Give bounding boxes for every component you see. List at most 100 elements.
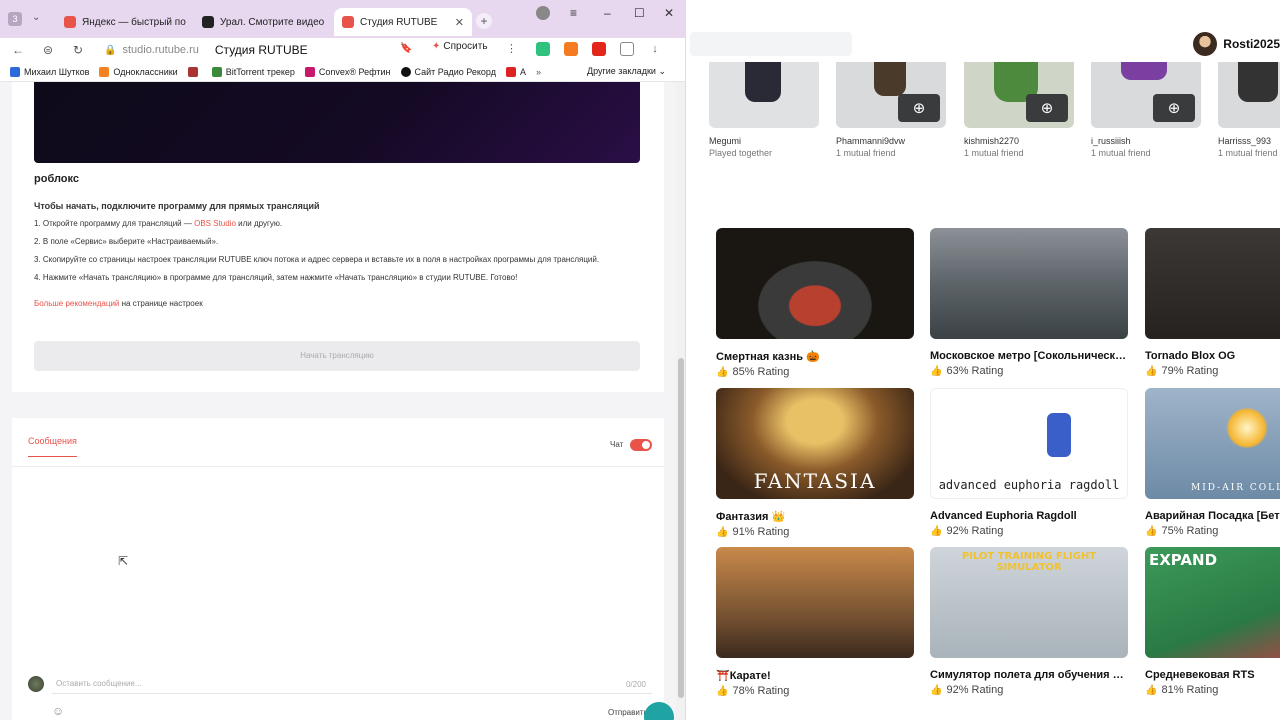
roblox-user[interactable]: Rosti2025 — [1193, 32, 1280, 56]
obs-link[interactable]: OBS Studio — [194, 219, 236, 228]
close-window-icon[interactable]: ✕ — [664, 6, 674, 20]
thumbs-up-icon: 👍 — [930, 365, 943, 377]
friend-avatar[interactable]: ⊕ — [836, 62, 946, 128]
extension-icon[interactable] — [620, 42, 634, 56]
radio-record-icon — [400, 66, 411, 77]
bookmark-item[interactable] — [187, 66, 202, 77]
game-card[interactable]: FANTASIA Фантазия 👑 👍 91% Rating — [716, 388, 914, 538]
game-thumbnail[interactable] — [1145, 228, 1280, 339]
friend-avatar[interactable] — [709, 62, 819, 128]
thumbs-up-icon: 👍 — [716, 685, 729, 697]
bookmark-favicon — [505, 66, 516, 77]
tab-messages[interactable]: Сообщения — [28, 436, 77, 457]
minimize-icon[interactable]: – — [604, 6, 611, 20]
chevron-right-icon[interactable]: » — [536, 67, 541, 77]
new-tab-icon[interactable]: + — [476, 13, 492, 29]
start-stream-button[interactable]: Начать трансляцию — [34, 341, 640, 371]
maximize-icon[interactable]: ☐ — [634, 6, 645, 20]
extension-icon[interactable] — [536, 42, 550, 56]
game-thumbnail[interactable]: PILOT TRAINING FLIGHT SIMULATOR — [930, 547, 1128, 658]
tab-ural[interactable]: Урал. Смотрите видео онлайн — [194, 8, 326, 36]
download-icon[interactable]: ↓ — [648, 42, 662, 56]
avatar — [28, 676, 44, 692]
friend-avatar[interactable]: ⊕ — [1091, 62, 1201, 128]
game-card[interactable]: advanced euphoria ragdoll Advanced Eupho… — [930, 388, 1128, 537]
sparkle-icon: ✦ — [432, 41, 441, 52]
thumbs-up-icon: 👍 — [930, 525, 943, 537]
video-preview[interactable] — [34, 82, 640, 163]
add-friend-icon[interactable]: ⊕ — [1026, 94, 1068, 122]
tab-bar: 3 ⌄ Яндекс — быстрый поиск Урал. Смотрит… — [0, 0, 685, 38]
game-card[interactable]: EXPAND Средневековая RTS 👍 81% Rating — [1145, 547, 1280, 696]
game-thumbnail[interactable] — [716, 228, 914, 339]
back-icon[interactable]: ← — [8, 43, 28, 57]
profile-icon[interactable] — [536, 6, 550, 20]
friend-card[interactable]: Harrisss_993 1 mutual friend — [1218, 62, 1280, 158]
thumbs-up-icon: 👍 — [716, 526, 729, 538]
user-avatar[interactable] — [1193, 32, 1218, 56]
add-friend-icon[interactable]: ⊕ — [1153, 94, 1195, 122]
divider — [12, 466, 664, 467]
rutube-studio-icon — [342, 16, 354, 28]
ask-button[interactable]: ✦ Спросить — [432, 41, 488, 52]
other-bookmarks[interactable]: Другие закладки ⌄ — [587, 66, 666, 77]
game-card[interactable]: ⛩️Карате! 👍 78% Rating — [716, 547, 914, 697]
bookmark-item[interactable]: Михаил Шутков — [10, 66, 89, 77]
game-thumbnail[interactable]: FANTASIA — [716, 388, 914, 499]
friend-card[interactable]: ⊕ i_russiiish 1 mutual friend — [1091, 62, 1203, 158]
extension-icon[interactable] — [564, 42, 578, 56]
friend-card[interactable]: ⊕ kishmish2270 1 mutual friend — [964, 62, 1076, 158]
yandex-home-icon[interactable]: ⊜ — [38, 43, 58, 57]
friend-avatar[interactable] — [1218, 62, 1280, 128]
bookmark-item[interactable]: Convex® Рефтин — [304, 66, 391, 77]
scrollbar[interactable] — [676, 82, 685, 720]
char-counter: 0/200 — [625, 680, 646, 689]
friend-card[interactable]: ⊕ Phammanni9dvw 1 mutual friend — [836, 62, 948, 158]
bookmark-item[interactable]: BitTorrent трекер — [211, 66, 295, 77]
username: Rosti2025 — [1223, 37, 1280, 51]
rutube-icon — [202, 16, 214, 28]
game-thumbnail[interactable] — [930, 228, 1128, 339]
game-card[interactable]: Tornado Blox OG 👍 79% Rating — [1145, 228, 1280, 377]
address-bar[interactable]: 🔒 studio.rutube.ru Студия RUTUBE — [104, 40, 414, 60]
game-card[interactable]: Московское метро [Сокольническая линия] … — [930, 228, 1128, 377]
bookmark-item[interactable]: Сайт Радио Рекорд — [400, 66, 496, 77]
game-thumbnail[interactable] — [716, 547, 914, 658]
game-thumbnail[interactable]: EXPAND — [1145, 547, 1280, 658]
menu-icon[interactable]: ≡ — [570, 6, 577, 20]
send-button[interactable] — [644, 702, 674, 720]
bookmark-item[interactable]: А — [505, 66, 526, 77]
tab-rutube-studio[interactable]: Студия RUTUBE ✕ — [334, 8, 472, 36]
more-icon[interactable]: ⋮ — [506, 42, 517, 55]
game-card[interactable]: PILOT TRAINING FLIGHT SIMULATOR Симулято… — [930, 547, 1128, 696]
scrollbar-thumb[interactable] — [678, 358, 684, 698]
bookmark-favicon — [187, 66, 198, 77]
friend-avatar[interactable]: ⊕ — [964, 62, 1074, 128]
reload-icon[interactable]: ↻ — [68, 43, 88, 57]
game-thumbnail[interactable]: advanced euphoria ragdoll — [930, 388, 1128, 499]
chevron-down-icon[interactable]: ⌄ — [32, 12, 40, 23]
tab-counter[interactable]: 3 — [8, 12, 22, 26]
tab-yandex[interactable]: Яндекс — быстрый поиск — [56, 8, 186, 36]
game-card[interactable]: MID-AIR COLLISION Аварийная Посадка [Бет… — [1145, 388, 1280, 537]
thumbs-up-icon: 👍 — [716, 366, 729, 378]
game-card[interactable]: Смертная казнь 🎃 👍 85% Rating — [716, 228, 914, 378]
stream-title: роблокс — [34, 173, 79, 185]
roblox-search-input[interactable] — [690, 32, 852, 56]
emoji-icon[interactable]: ☺ — [52, 704, 64, 718]
friend-card[interactable]: Megumi Played together — [709, 62, 821, 158]
chat-message-input[interactable]: Оставить сообщение... — [52, 674, 652, 694]
game-thumbnail[interactable]: MID-AIR COLLISION — [1145, 388, 1280, 499]
thumbs-up-icon: 👍 — [930, 684, 943, 696]
add-friend-icon[interactable]: ⊕ — [898, 94, 940, 122]
youtube-icon[interactable] — [592, 42, 606, 56]
yandex-icon — [64, 16, 76, 28]
roblox-window: Rosti2025 Megumi Played together ⊕ Phamm… — [686, 0, 1280, 720]
odnoklassniki-icon — [99, 66, 110, 77]
chat-toggle[interactable] — [630, 439, 652, 451]
more-recommendations-link[interactable]: Больше рекомендаций — [34, 299, 119, 308]
bittorrent-icon — [211, 66, 222, 77]
bookmark-item[interactable]: Одноклассники — [99, 66, 178, 77]
close-icon[interactable]: ✕ — [455, 16, 464, 29]
bookmark-icon[interactable]: 🔖 — [400, 43, 412, 54]
